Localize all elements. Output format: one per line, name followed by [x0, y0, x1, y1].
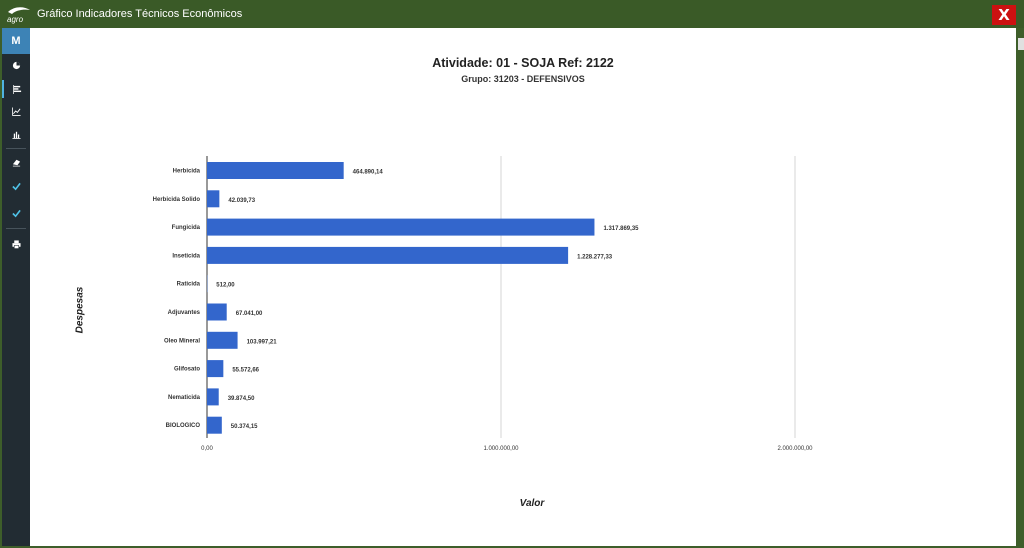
logo-text: agro	[7, 15, 24, 24]
chart-panel: Atividade: 01 - SOJA Ref: 2122 Grupo: 31…	[30, 28, 1016, 546]
bar	[207, 162, 344, 179]
close-button[interactable]: X	[992, 5, 1016, 25]
sidebar-divider	[6, 228, 26, 229]
bar-chart-icon[interactable]	[2, 80, 30, 98]
data-label: 103.997,21	[247, 339, 278, 345]
bar	[207, 388, 219, 406]
category-label: Herbicida	[173, 169, 201, 175]
sidebar: M	[2, 28, 30, 546]
check-icon[interactable]	[2, 177, 30, 195]
check-icon[interactable]	[2, 204, 30, 222]
category-label: Adjuvantes	[168, 310, 201, 316]
category-label: Raticida	[177, 282, 201, 288]
data-label: 67.041,00	[236, 311, 263, 317]
data-label: 55.572,66	[232, 368, 259, 374]
data-label: 512,00	[216, 283, 235, 289]
column-chart-icon[interactable]	[2, 125, 30, 143]
bar	[207, 360, 224, 378]
category-label: Fungicida	[172, 225, 201, 231]
bar	[207, 331, 238, 349]
bar	[207, 218, 595, 236]
category-label: Oleo Mineral	[164, 338, 200, 344]
scroll-handle[interactable]	[1018, 38, 1024, 50]
data-label: 464.890,14	[353, 170, 384, 176]
bar	[207, 303, 227, 321]
line-chart-icon[interactable]	[2, 102, 30, 120]
app-logo: agro	[7, 7, 30, 24]
data-label: 42.039,73	[228, 198, 255, 204]
title-bar: agro Gráfico Indicadores Técnicos Econôm…	[0, 0, 1024, 28]
menu-button[interactable]: M	[2, 28, 30, 54]
x-tick-label: 0,00	[201, 446, 213, 452]
bar	[207, 416, 222, 434]
eraser-icon[interactable]	[2, 153, 30, 171]
sidebar-divider	[6, 148, 26, 149]
bar-chart: 0,00 1.000.000,00 2.000.000,00 Herbicida 464…	[153, 156, 813, 452]
data-label: 1.228.277,33	[577, 254, 613, 260]
print-icon[interactable]	[2, 235, 30, 253]
category-label: Glifosato	[174, 367, 200, 373]
x-tick-label: 1.000.000,00	[483, 446, 519, 452]
x-tick-label: 2.000.000,00	[777, 446, 813, 452]
category-label: Herbicida Solido	[153, 197, 201, 203]
pie-chart-icon[interactable]	[2, 56, 30, 74]
window-title: Gráfico Indicadores Técnicos Econômicos	[37, 8, 243, 20]
bar	[207, 246, 569, 264]
category-label: BIOLOGICO	[166, 423, 201, 429]
category-label: Nematicida	[168, 395, 201, 401]
category-label: Inseticida	[172, 253, 200, 259]
bar	[207, 190, 220, 208]
data-label: 39.874,50	[228, 396, 255, 402]
window-edge	[1016, 28, 1024, 546]
data-label: 50.374,15	[231, 424, 258, 430]
data-label: 1.317.869,35	[603, 226, 639, 232]
